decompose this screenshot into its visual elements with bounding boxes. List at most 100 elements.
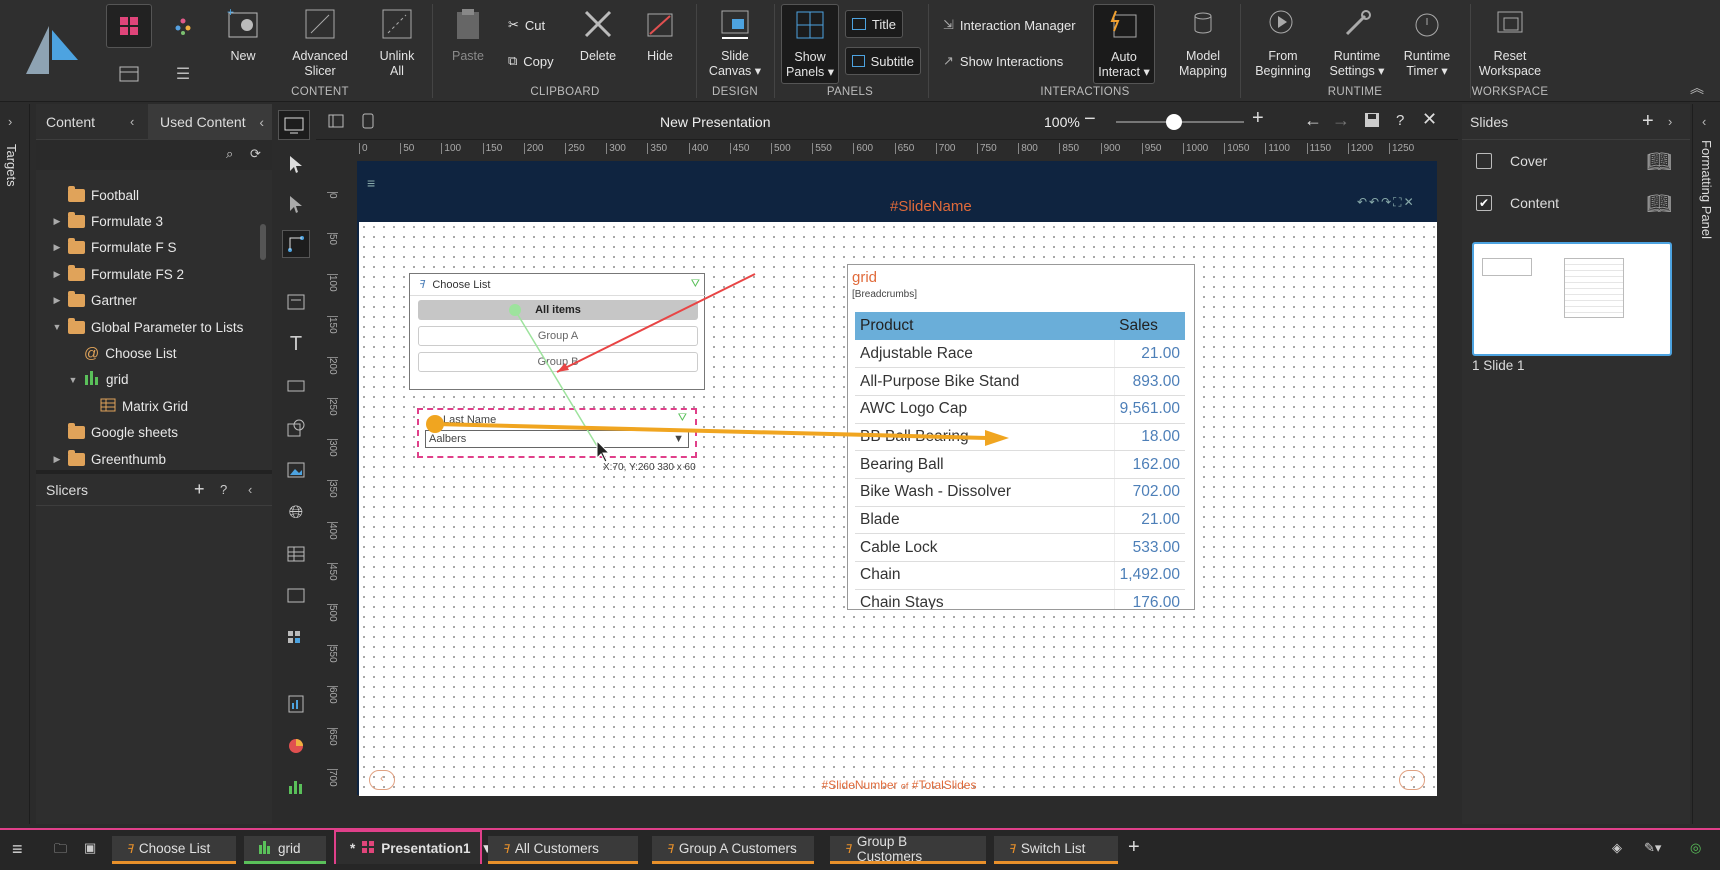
pulse-app-icon[interactable] [160,4,206,48]
report-tool-icon[interactable] [282,690,310,718]
refresh-icon[interactable]: ⟳ [250,146,261,162]
tree-item[interactable]: ▼ grid [36,367,129,393]
tree-item[interactable]: Google sheets [36,420,178,446]
collapse-slides-icon[interactable]: › [1668,114,1672,129]
textbox-tool-icon[interactable] [282,372,310,400]
hamburger-icon[interactable]: ≡ [367,175,375,191]
shape-tool-icon[interactable] [282,414,310,442]
reset-workspace-button[interactable]: Reset Workspace [1472,4,1548,84]
select-tool-icon[interactable] [282,150,310,178]
slicer-tool-icon[interactable] [282,288,310,316]
open-folder-icon[interactable]: 🗀︎ [54,840,67,862]
tree-expand-icon[interactable]: ▶ [50,242,64,253]
tree-item[interactable]: Football [36,182,139,208]
save-icon[interactable] [1364,112,1380,131]
slide-surface[interactable]: ꟻ Choose List ⛛ All items Group A Group B … [359,222,1437,796]
slide-list-item[interactable]: Cover 📖︎ [1476,146,1676,176]
desktop-view-icon[interactable] [278,110,310,140]
list-app-icon[interactable]: ☰ [160,52,206,96]
tree-expand-icon[interactable]: ▶ [50,216,64,227]
chart-tool-icon[interactable] [282,772,310,800]
panel-tool-icon[interactable] [282,582,310,610]
from-beginning-button[interactable]: From Beginning [1248,4,1318,84]
show-panels-button[interactable]: Show Panels ▾ [781,4,839,84]
document-tab[interactable]: ꟻ All Customers [488,836,638,864]
zoom-in-icon[interactable]: + [1252,107,1264,130]
connector-tool-icon[interactable] [282,230,310,258]
collapse-used-content-icon[interactable]: ‹ [259,114,264,130]
layers-icon[interactable]: ◈ [1612,840,1622,856]
document-tab[interactable]: ꟻ Choose List [112,836,236,864]
undo-arrow-icon[interactable]: ← [1304,110,1322,131]
redo-arrow-icon[interactable]: → [1332,110,1350,131]
image-tool-icon[interactable] [282,456,310,484]
document-tab[interactable]: ꟻ Switch List [994,836,1118,864]
tree-expand-icon[interactable]: ▶ [50,295,64,306]
app-logo[interactable] [0,0,102,102]
new-button[interactable]: + New [218,4,268,84]
add-tab-icon[interactable]: + [1128,836,1140,859]
slide-list-item[interactable]: ✔ Content 📖︎ [1476,188,1676,218]
next-slide-icon[interactable]: › [1399,770,1425,790]
help-icon[interactable]: ? [1396,112,1404,129]
collapse-ribbon-icon[interactable]: ︽ [1690,78,1704,98]
subtitle-toggle[interactable]: Subtitle [845,47,921,75]
expand-targets-icon[interactable]: › [8,114,12,129]
collapse-content-icon[interactable]: ‹ [130,114,134,129]
unlink-all-button[interactable]: Unlink All [364,4,430,84]
status-icon[interactable]: ◎ [1690,840,1701,856]
tree-expand-icon[interactable]: ▼ [50,322,64,332]
hide-button[interactable]: Hide [638,4,682,84]
auto-interact-button[interactable]: Auto Interact ▾ [1093,4,1155,84]
title-toggle[interactable]: Title [845,10,903,38]
tree-item[interactable]: Matrix Grid [36,393,188,419]
pie-tool-icon[interactable] [282,732,310,760]
table-tool-icon[interactable] [282,540,310,568]
slide-canvas-button[interactable]: Slide Canvas ▾ [708,4,762,84]
slide-checkbox[interactable] [1476,153,1492,169]
tree-item[interactable]: ▶ Formulate F S [36,235,177,261]
tree-item[interactable]: @ Choose List [36,340,177,366]
advanced-slicer-button[interactable]: Advanced Slicer [283,4,357,84]
orange-interaction-arrow[interactable] [434,422,988,440]
expand-formatting-icon[interactable]: ‹ [1702,114,1706,129]
tree-item[interactable]: ▼ Global Parameter to Lists [36,314,243,340]
document-tab[interactable]: ꟻ Group A Customers [652,836,814,864]
dashboard-app-icon[interactable] [106,52,152,96]
text-tool-icon[interactable]: T [282,330,310,358]
runtime-timer-button[interactable]: Runtime Timer ▾ [1394,4,1460,84]
slide-thumbnail[interactable] [1472,242,1672,356]
used-content-tab[interactable]: Used Content ‹ [148,104,272,140]
add-slide-icon[interactable]: + [1642,110,1654,133]
formatting-panel-label[interactable]: Formatting Panel [1699,140,1714,239]
help-icon[interactable]: ? [220,482,227,497]
content-tab[interactable]: Content [46,114,95,130]
web-tool-icon[interactable]: 🌐︎ [282,498,310,526]
book-icon[interactable]: 📖︎ [1647,149,1672,174]
runtime-settings-button[interactable]: Runtime Settings ▾ [1320,4,1394,84]
book-icon[interactable]: 📖︎ [1647,191,1672,216]
canvas-controls-icon[interactable]: ↶↶↷⛶✕ [1357,195,1416,210]
tree-expand-icon[interactable]: ▼ [66,375,80,385]
pin-icon[interactable]: ✎▾ [1644,840,1661,856]
prev-slide-icon[interactable]: ‹ [369,770,395,790]
show-interactions-button[interactable]: ↗ Show Interactions [937,50,1069,72]
tree-scrollbar[interactable] [260,224,266,260]
model-mapping-button[interactable]: Model Mapping [1166,4,1240,84]
matrix-tool-icon[interactable] [282,624,310,652]
tree-item[interactable]: ▶ Formulate FS 2 [36,261,184,287]
document-tab[interactable]: *Presentation1▼ [334,830,494,864]
document-tab[interactable]: grid [244,836,326,864]
close-icon[interactable]: ✕ [1422,109,1437,130]
tree-item[interactable]: ▶ Greenthumb [36,446,166,468]
phone-view-icon[interactable] [362,113,374,132]
tablet-view-icon[interactable] [328,113,344,132]
document-tab[interactable]: ꟻ Group B Customers [830,834,986,864]
copy-button[interactable]: ⧉ Copy [502,50,560,72]
paste-button[interactable]: Paste [446,4,490,84]
sub-select-tool-icon[interactable] [282,190,310,218]
menu-icon[interactable]: ≡ [12,839,23,860]
interaction-manager-button[interactable]: ⇲ Interaction Manager [937,14,1082,36]
red-interaction-arrow[interactable] [556,273,756,373]
delete-button[interactable]: Delete [576,4,620,84]
